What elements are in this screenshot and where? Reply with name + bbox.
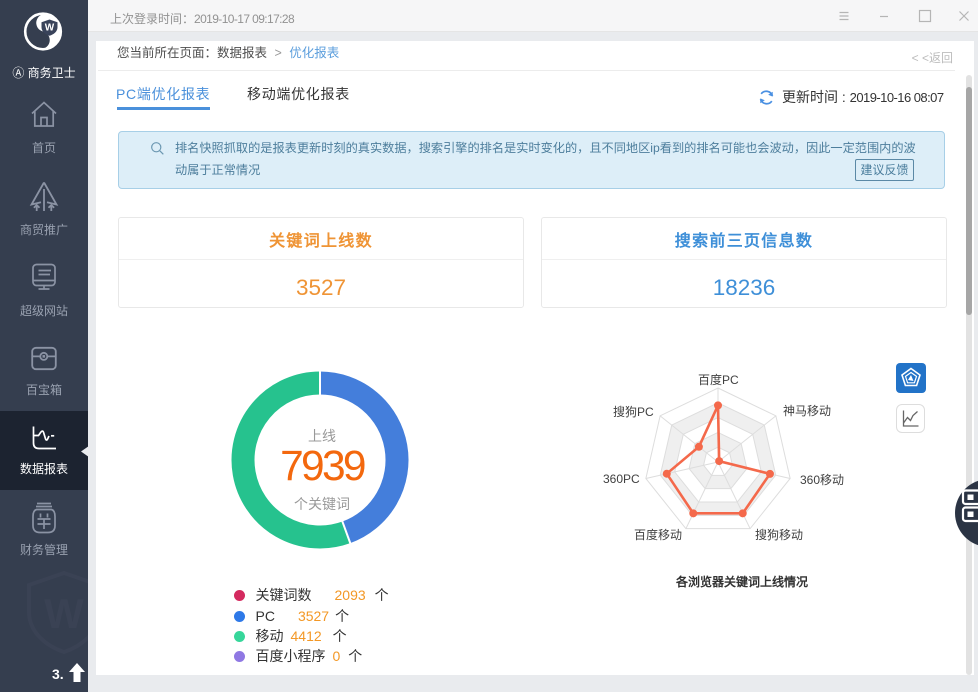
svg-text:W: W <box>45 23 55 34</box>
svg-text:W: W <box>44 590 84 637</box>
